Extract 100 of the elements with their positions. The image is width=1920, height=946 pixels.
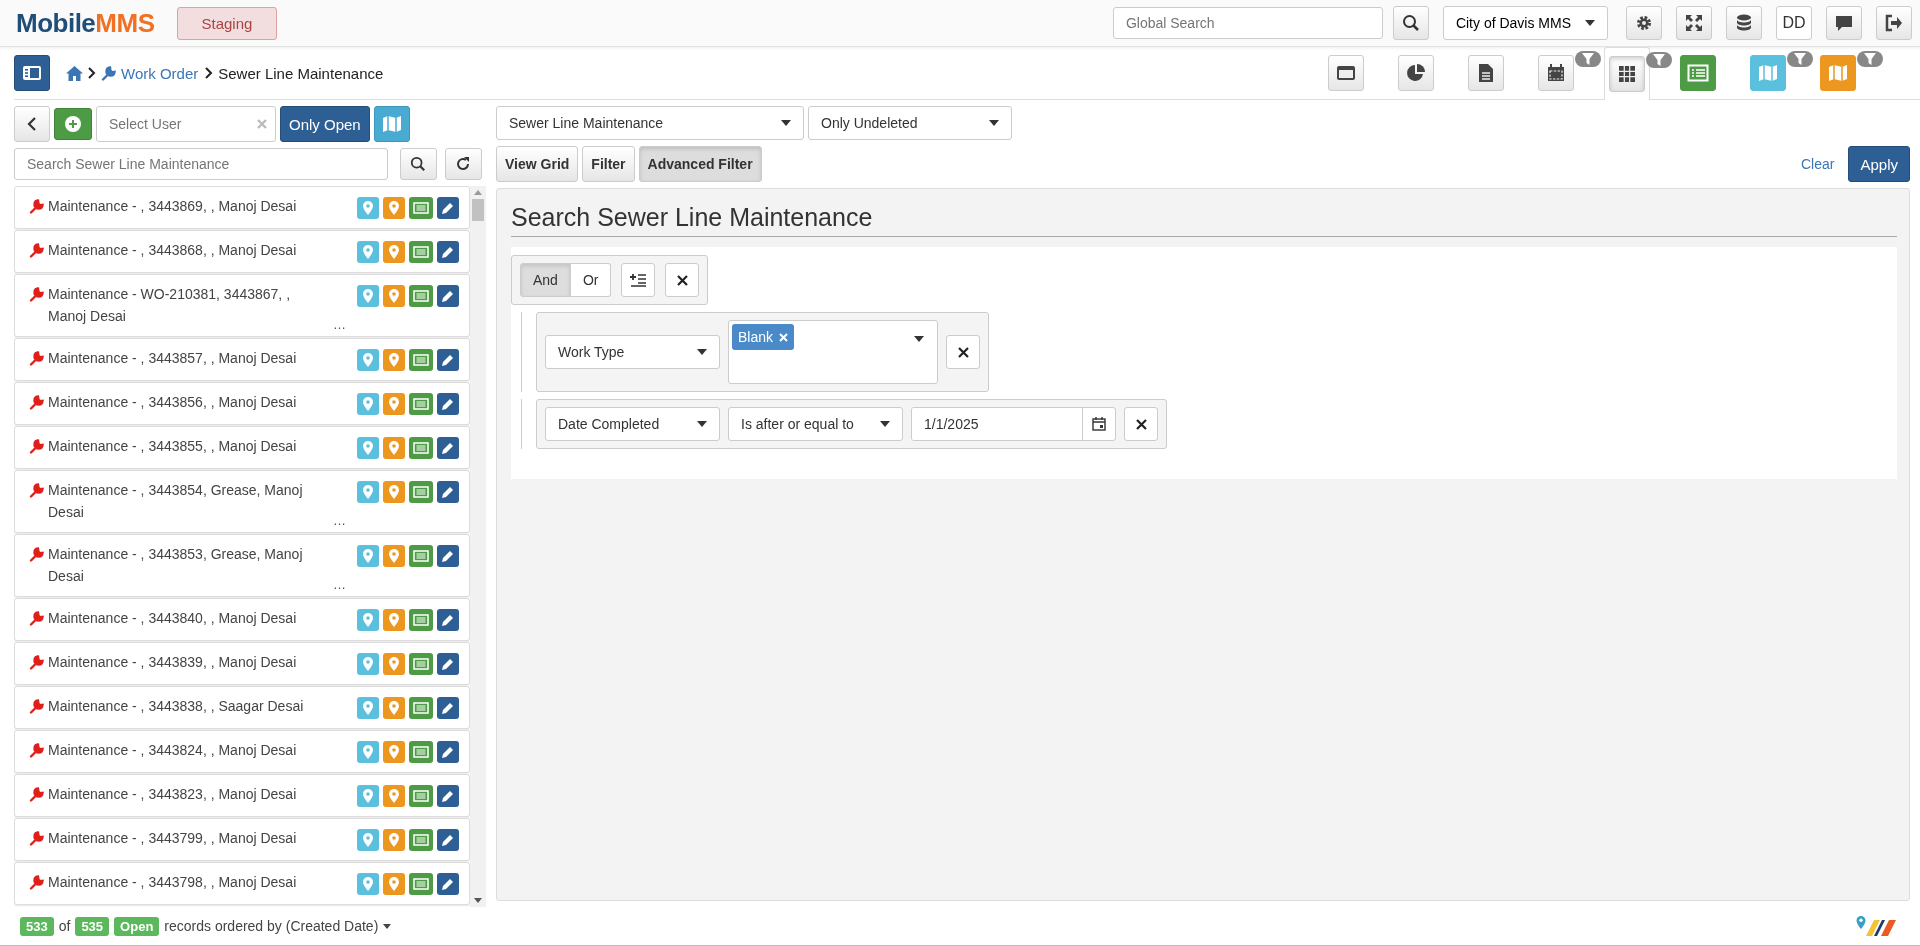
locate-button[interactable] xyxy=(357,785,379,807)
expand-button[interactable] xyxy=(1676,6,1712,40)
edit-button[interactable] xyxy=(437,741,459,763)
pin-button[interactable] xyxy=(383,697,405,719)
scrollbar-thumb[interactable] xyxy=(472,199,484,221)
breadcrumb-link[interactable]: Work Order xyxy=(121,64,199,82)
operator-dropdown[interactable]: Is after or equal to xyxy=(728,407,903,441)
more-indicator[interactable]: … xyxy=(333,577,346,592)
edit-button[interactable] xyxy=(437,197,459,219)
work-order-item[interactable]: Maintenance - , 3443798, , Manoj Desai xyxy=(14,862,470,905)
work-order-item[interactable]: Maintenance - , 3443799, , Manoj Desai xyxy=(14,818,470,861)
organization-dropdown[interactable]: City of Davis MMS xyxy=(1442,6,1608,40)
work-order-item[interactable]: Maintenance - , 3443857, , Manoj Desai xyxy=(14,338,470,381)
delete-rule-button[interactable] xyxy=(946,335,980,369)
edit-button[interactable] xyxy=(437,285,459,307)
list-search-field[interactable]: Search Sewer Line Maintenance xyxy=(14,148,388,180)
search-button[interactable] xyxy=(1392,6,1429,40)
delete-rule-button[interactable] xyxy=(1124,407,1158,441)
edit-button[interactable] xyxy=(437,241,459,263)
locate-button[interactable] xyxy=(357,829,379,851)
field-dropdown[interactable]: Work Type xyxy=(545,335,720,369)
scroll-up-icon[interactable] xyxy=(474,190,482,195)
edit-button[interactable] xyxy=(437,481,459,503)
pin-button[interactable] xyxy=(383,873,405,895)
map-view-button[interactable] xyxy=(1820,55,1856,91)
pin-button[interactable] xyxy=(383,437,405,459)
list-view-button[interactable] xyxy=(1680,55,1716,91)
locate-button[interactable] xyxy=(357,653,379,675)
conjunction-toggle[interactable]: And xyxy=(520,263,571,297)
locate-button[interactable] xyxy=(357,697,379,719)
apply-button[interactable]: Apply xyxy=(1848,146,1910,182)
work-order-item[interactable]: Maintenance - , 3443856, , Manoj Desai xyxy=(14,382,470,425)
locate-button[interactable] xyxy=(357,349,379,371)
work-order-item[interactable]: Maintenance - , 3443869, , Manoj Desai xyxy=(14,186,470,229)
pin-button[interactable] xyxy=(383,393,405,415)
locate-button[interactable] xyxy=(357,741,379,763)
work-order-item[interactable]: Maintenance - , 3443823, , Manoj Desai xyxy=(14,774,470,817)
scrollbar[interactable] xyxy=(470,186,486,907)
pin-button[interactable] xyxy=(383,285,405,307)
value-multiselect[interactable]: Blank xyxy=(728,320,938,384)
pin-button[interactable] xyxy=(383,653,405,675)
only-open-toggle[interactable]: Only Open xyxy=(280,106,370,142)
pin-button[interactable] xyxy=(383,197,405,219)
work-order-item[interactable]: Maintenance - , 3443839, , Manoj Desai xyxy=(14,642,470,685)
refresh-button[interactable] xyxy=(444,148,482,180)
edit-button[interactable] xyxy=(437,393,459,415)
gear-button[interactable] xyxy=(1626,6,1662,40)
conjunction-toggle[interactable]: Or xyxy=(570,263,612,297)
global-search-field[interactable]: Global Search xyxy=(1112,7,1383,39)
remove-icon[interactable] xyxy=(779,332,789,342)
locate-button[interactable] xyxy=(357,285,379,307)
edit-button[interactable] xyxy=(437,545,459,567)
field-dropdown[interactable]: Date Completed xyxy=(545,407,720,441)
pin-button[interactable] xyxy=(383,609,405,631)
filter-tab[interactable]: Advanced Filter xyxy=(638,146,762,182)
date-picker-control[interactable]: 1/1/2025 xyxy=(911,407,1116,441)
grid-view-button[interactable] xyxy=(1609,56,1645,92)
locate-button[interactable] xyxy=(357,481,379,503)
search-button[interactable] xyxy=(399,148,437,180)
map-view-button[interactable] xyxy=(1750,55,1786,91)
user-select-field[interactable]: Select User xyxy=(96,106,276,142)
map-button[interactable] xyxy=(373,106,410,142)
locate-button[interactable] xyxy=(357,873,379,895)
delete-group-button[interactable] xyxy=(665,263,700,297)
work-order-item[interactable]: Maintenance - , 3443840, , Manoj Desai xyxy=(14,598,470,641)
locate-button[interactable] xyxy=(357,545,379,567)
pin-button[interactable] xyxy=(383,481,405,503)
clear-link[interactable]: Clear xyxy=(1801,156,1835,172)
locate-button[interactable] xyxy=(357,437,379,459)
value-tag[interactable]: Blank xyxy=(732,324,795,350)
locate-button[interactable] xyxy=(357,241,379,263)
locate-button[interactable] xyxy=(357,197,379,219)
sort-order-label[interactable]: records ordered by (Created Date) xyxy=(164,918,379,934)
work-order-item[interactable]: Maintenance - , 3443838, , Saagar Desai xyxy=(14,686,470,729)
work-order-item[interactable]: Maintenance - , 3443868, , Manoj Desai xyxy=(14,230,470,273)
edit-button[interactable] xyxy=(437,785,459,807)
locate-button[interactable] xyxy=(357,609,379,631)
more-indicator[interactable]: … xyxy=(333,317,346,332)
edit-button[interactable] xyxy=(437,349,459,371)
sidebar-toggle-button[interactable] xyxy=(14,55,50,91)
pin-button[interactable] xyxy=(383,741,405,763)
edit-button[interactable] xyxy=(437,873,459,895)
chat-button[interactable] xyxy=(1826,6,1862,40)
pie-view-button[interactable] xyxy=(1398,55,1434,91)
work-order-item[interactable]: Maintenance - WO-210381, 3443867, , Manoj Desai … xyxy=(14,274,470,337)
edit-button[interactable] xyxy=(437,653,459,675)
app-logo[interactable]: MobileMMS xyxy=(16,7,155,39)
pin-button[interactable] xyxy=(383,545,405,567)
pin-button[interactable] xyxy=(383,829,405,851)
window-view-button[interactable] xyxy=(1328,55,1364,91)
work-order-item[interactable]: Maintenance - , 3443855, , Manoj Desai xyxy=(14,426,470,469)
filter-tab[interactable]: Filter xyxy=(582,146,635,182)
work-order-item[interactable]: Maintenance - , 3443854, Grease, Manoj Desai … xyxy=(14,470,470,533)
add-button[interactable] xyxy=(54,108,92,140)
pin-button[interactable] xyxy=(383,349,405,371)
work-order-item[interactable]: Maintenance - , 3443824, , Manoj Desai xyxy=(14,730,470,773)
home-icon[interactable] xyxy=(66,65,83,81)
back-button[interactable] xyxy=(14,106,50,142)
record-type-dropdown[interactable]: Sewer Line Maintenance xyxy=(496,106,804,140)
pin-button[interactable] xyxy=(383,241,405,263)
